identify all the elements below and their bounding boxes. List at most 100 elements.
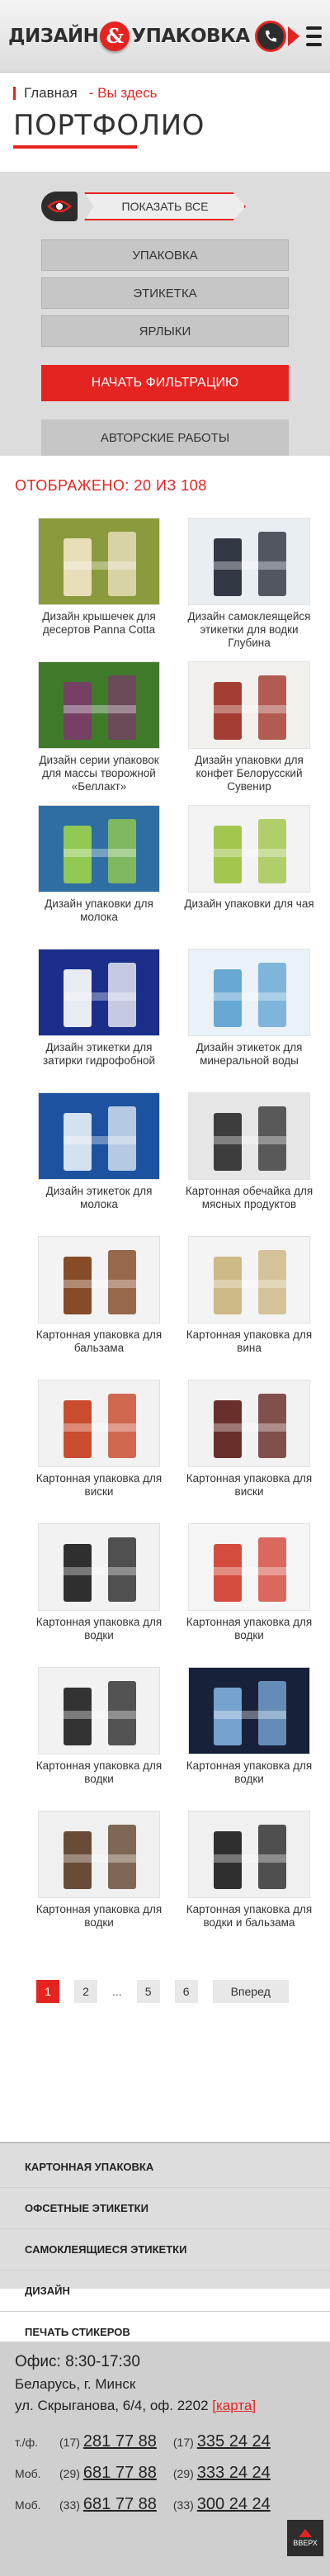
portfolio-card[interactable]: Картонная упаковка для водки xyxy=(180,1523,318,1667)
portfolio-thumbnail[interactable] xyxy=(38,1523,160,1611)
portfolio-caption[interactable]: Картонная упаковка для водки xyxy=(30,1903,168,1930)
footer-nav-cardboard[interactable]: КАРТОННАЯ УПАКОВКА xyxy=(0,2147,330,2188)
portfolio-thumbnail[interactable] xyxy=(188,1667,310,1754)
portfolio-card[interactable]: Картонная упаковка для водки xyxy=(30,1523,168,1667)
logo-ampersand: & xyxy=(100,21,130,51)
portfolio-thumbnail[interactable] xyxy=(188,1811,310,1898)
portfolio-card[interactable]: Картонная упаковка для бальзама xyxy=(30,1236,168,1380)
page-2-button[interactable]: 2 xyxy=(74,1980,97,2003)
portfolio-caption[interactable]: Дизайн упаковки для конфет Белорусский С… xyxy=(180,754,318,793)
portfolio-card[interactable]: Дизайн упаковки для конфет Белорусский С… xyxy=(180,661,318,805)
phone-number-link[interactable]: 300 24 24 xyxy=(197,2495,271,2514)
filter-tags-button[interactable]: ЯРЛЫКИ xyxy=(41,315,289,347)
product-image xyxy=(64,1250,136,1314)
portfolio-card[interactable]: Картонная упаковка для вина xyxy=(180,1236,318,1380)
portfolio-caption[interactable]: Дизайн этикеток для минеральной воды xyxy=(180,1041,318,1068)
portfolio-card[interactable]: Дизайн упаковки для чая xyxy=(180,805,318,949)
portfolio-thumbnail[interactable] xyxy=(38,1811,160,1898)
page-6-button[interactable]: 6 xyxy=(174,1980,198,2003)
portfolio-grid: Дизайн крышечек для десертов Panna Cotta… xyxy=(30,518,330,1954)
portfolio-card[interactable]: Картонная упаковка для виски xyxy=(180,1380,318,1523)
portfolio-thumbnail[interactable] xyxy=(38,518,160,605)
portfolio-thumbnail[interactable] xyxy=(188,1092,310,1180)
portfolio-caption[interactable]: Дизайн серии упаковок для массы творожно… xyxy=(30,754,168,793)
portfolio-thumbnail[interactable] xyxy=(188,518,310,605)
portfolio-thumbnail[interactable] xyxy=(38,949,160,1036)
portfolio-caption[interactable]: Дизайн упаковки для чая xyxy=(180,897,318,911)
phone-row: т./ф. (17) 281 77 88 (17) 335 24 24 xyxy=(15,2432,330,2452)
portfolio-card[interactable]: Дизайн этикетки для затирки гидрофобной xyxy=(30,949,168,1092)
portfolio-caption[interactable]: Дизайн этикетки для затирки гидрофобной xyxy=(30,1041,168,1068)
portfolio-card[interactable]: Дизайн самоклеящейся этикетки для водки … xyxy=(180,518,318,661)
portfolio-caption[interactable]: Картонная упаковка для виски xyxy=(180,1472,318,1499)
portfolio-caption[interactable]: Картонная упаковка для вина xyxy=(180,1328,318,1355)
phone-number-link[interactable]: 333 24 24 xyxy=(197,2464,271,2483)
author-works-button[interactable]: АВТОРСКИЕ РАБОТЫ xyxy=(41,419,289,456)
footer-nav-self-adhesive[interactable]: САМОКЛЕЯЩИЕСЯ ЭТИКЕТКИ xyxy=(0,2229,330,2271)
portfolio-caption[interactable]: Картонная упаковка для водки и бальзама xyxy=(180,1903,318,1930)
product-image xyxy=(214,1106,286,1171)
footer-nav-offset-labels[interactable]: ОФСЕТНЫЕ ЭТИКЕТКИ xyxy=(0,2188,330,2229)
breadcrumb-home-link[interactable]: Главная xyxy=(24,85,78,102)
portfolio-thumbnail[interactable] xyxy=(188,1380,310,1467)
page-1-button[interactable]: 1 xyxy=(36,1980,59,2003)
portfolio-caption[interactable]: Картонная упаковка для бальзама xyxy=(30,1328,168,1355)
portfolio-caption[interactable]: Картонная упаковка для водки xyxy=(30,1759,168,1786)
portfolio-card[interactable]: Дизайн упаковки для молока xyxy=(30,805,168,949)
portfolio-card[interactable]: Картонная упаковка для водки xyxy=(30,1811,168,1954)
page-5-button[interactable]: 5 xyxy=(136,1980,160,2003)
start-filtering-button[interactable]: НАЧАТЬ ФИЛЬТРАЦИЮ xyxy=(41,365,289,401)
portfolio-card[interactable]: Картонная упаковка для водки xyxy=(30,1667,168,1811)
next-page-button[interactable]: Вперед xyxy=(212,1980,289,2003)
portfolio-caption[interactable]: Дизайн крышечек для десертов Panna Cotta xyxy=(30,610,168,637)
site-logo[interactable]: ДИЗАЙН & УПАКОВКА xyxy=(8,13,299,59)
portfolio-card[interactable]: Дизайн этикеток для молока xyxy=(30,1092,168,1236)
portfolio-card[interactable]: Картонная обечайка для мясных продуктов xyxy=(180,1092,318,1236)
phone-number-link[interactable]: 281 77 88 xyxy=(83,2432,157,2451)
show-all-button[interactable]: ПОКАЗАТЬ ВСЕ xyxy=(84,192,246,220)
phone-number-link[interactable]: 335 24 24 xyxy=(197,2432,271,2451)
portfolio-thumbnail[interactable] xyxy=(38,1380,160,1467)
scroll-up-button[interactable]: ВВЕРХ xyxy=(287,2520,323,2556)
breadcrumb-current-label: Вы здесь xyxy=(97,85,158,101)
portfolio-caption[interactable]: Картонная упаковка для виски xyxy=(30,1472,168,1499)
portfolio-caption[interactable]: Дизайн упаковки для молока xyxy=(30,897,168,924)
phone-icon xyxy=(254,20,286,52)
portfolio-card[interactable]: Дизайн этикеток для минеральной воды xyxy=(180,949,318,1092)
portfolio-thumbnail[interactable] xyxy=(38,1667,160,1754)
portfolio-card[interactable]: Дизайн крышечек для десертов Panna Cotta xyxy=(30,518,168,661)
portfolio-caption[interactable]: Картонная обечайка для мясных продуктов xyxy=(180,1185,318,1211)
phone-number-link[interactable]: 681 77 88 xyxy=(83,2495,157,2514)
phone-code: (17) xyxy=(172,2436,194,2449)
page-ellipsis: ... xyxy=(112,1985,122,1998)
footer-nav-design[interactable]: ДИЗАЙН xyxy=(0,2271,330,2312)
product-image xyxy=(64,963,136,1027)
portfolio-caption[interactable]: Дизайн этикеток для молока xyxy=(30,1185,168,1211)
portfolio-thumbnail[interactable] xyxy=(188,1236,310,1324)
portfolio-caption[interactable]: Дизайн самоклеящейся этикетки для водки … xyxy=(180,610,318,650)
menu-burger-icon[interactable] xyxy=(305,22,322,50)
breadcrumb-dash: - xyxy=(88,85,98,101)
phone-number-link[interactable]: 681 77 88 xyxy=(83,2464,157,2483)
portfolio-thumbnail[interactable] xyxy=(188,1523,310,1611)
portfolio-card[interactable]: Картонная упаковка для виски xyxy=(30,1380,168,1523)
filter-label-button[interactable]: ЭТИКЕТКА xyxy=(41,277,289,309)
portfolio-caption[interactable]: Картонная упаковка для водки xyxy=(180,1759,318,1786)
portfolio-thumbnail[interactable] xyxy=(38,805,160,893)
product-image xyxy=(214,963,286,1027)
product-image xyxy=(214,1394,286,1458)
portfolio-thumbnail[interactable] xyxy=(38,1236,160,1324)
portfolio-caption[interactable]: Картонная упаковка для водки xyxy=(30,1616,168,1642)
map-link[interactable]: [карта] xyxy=(212,2398,256,2413)
portfolio-card[interactable]: Дизайн серии упаковок для массы творожно… xyxy=(30,661,168,805)
portfolio-card[interactable]: Картонная упаковка для водки и бальзама xyxy=(180,1811,318,1954)
filter-packaging-button[interactable]: УПАКОВКА xyxy=(41,239,289,271)
phone-code: (17) xyxy=(59,2436,80,2449)
portfolio-thumbnail[interactable] xyxy=(38,661,160,749)
portfolio-thumbnail[interactable] xyxy=(188,661,310,749)
portfolio-caption[interactable]: Картонная упаковка для водки xyxy=(180,1616,318,1642)
portfolio-thumbnail[interactable] xyxy=(38,1092,160,1180)
portfolio-thumbnail[interactable] xyxy=(188,949,310,1036)
portfolio-card[interactable]: Картонная упаковка для водки xyxy=(180,1667,318,1811)
portfolio-thumbnail[interactable] xyxy=(188,805,310,893)
